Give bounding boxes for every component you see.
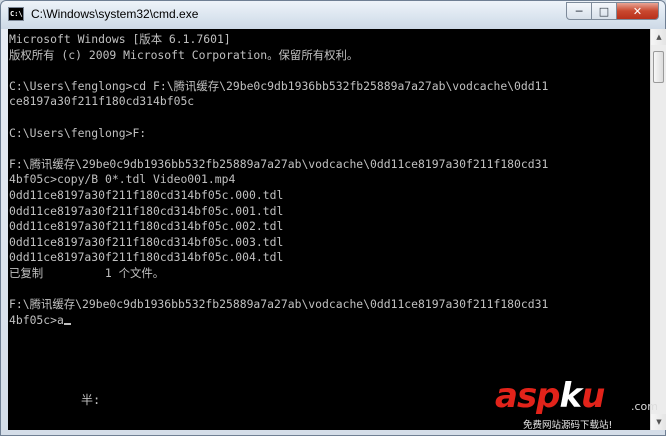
console-line: Microsoft Windows [版本 6.1.7601] <box>9 32 231 46</box>
arrow-up-icon: ▲ <box>656 33 662 41</box>
console-line: 已复制 1 个文件。 <box>9 265 165 280</box>
console-input[interactable]: a <box>57 313 64 327</box>
console-output[interactable]: Microsoft Windows [版本 6.1.7601] 版权所有 (c) … <box>8 29 650 430</box>
close-icon: ✕ <box>632 4 643 18</box>
console-line: 0dd11ce8197a30f211f180cd314bf05c.001.tdl <box>9 203 284 218</box>
title-bar[interactable]: C:\ C:\Windows\system32\cmd.exe ─ □ ✕ <box>1 1 665 29</box>
console-line: 0dd11ce8197a30f211f180cd314bf05c.002.tdl <box>9 219 284 234</box>
window-title: C:\Windows\system32\cmd.exe <box>31 7 199 21</box>
scroll-up-button[interactable]: ▲ <box>651 29 666 45</box>
console-line: 0dd11ce8197a30f211f180cd314bf05c.004.tdl <box>9 250 284 265</box>
console-line: ce8197a30f211f180cd314bf05c <box>9 94 195 109</box>
console-line: F:\腾讯缓存\29be0c9db1936bb532fb25889a7a27ab… <box>9 156 549 171</box>
cmd-window: C:\ C:\Windows\system32\cmd.exe ─ □ ✕ Mi… <box>0 0 666 436</box>
console-line: F:\腾讯缓存\29be0c9db1936bb532fb25889a7a27ab… <box>9 297 549 312</box>
console-line: 0dd11ce8197a30f211f180cd314bf05c.000.tdl <box>9 187 284 202</box>
watermark-logo: aspku <box>495 376 605 416</box>
minimize-icon: ─ <box>575 4 583 18</box>
text-cursor <box>63 322 71 325</box>
vertical-scrollbar[interactable]: ▲ ▼ <box>650 29 666 430</box>
console-line: C:\Users\fenglong>F: <box>9 125 147 140</box>
console-line: 4bf05c>copy/B 0*.tdl Video001.mp4 <box>9 172 236 187</box>
ime-status[interactable]: 半: <box>81 391 100 408</box>
caption-buttons: ─ □ ✕ <box>566 2 659 22</box>
console-prompt: 4bf05c> <box>9 312 58 327</box>
console-line: 0dd11ce8197a30f211f180cd314bf05c.003.tdl <box>9 234 284 249</box>
minimize-button[interactable]: ─ <box>566 2 592 20</box>
cmd-icon[interactable]: C:\ <box>8 7 24 21</box>
maximize-icon: □ <box>598 4 610 18</box>
close-button[interactable]: ✕ <box>616 2 659 20</box>
watermark-subtitle: 免费网站源码下载站! <box>523 420 613 431</box>
console-line: 版权所有 (c) 2009 Microsoft Corporation。保留所有… <box>9 47 359 62</box>
console-prompt-line[interactable]: 4bf05c>a <box>9 313 650 329</box>
maximize-button[interactable]: □ <box>591 2 617 20</box>
watermark-dotcom: .com <box>631 400 658 413</box>
console-line: C:\Users\fenglong>cd F:\腾讯缓存\29be0c9db19… <box>9 78 549 93</box>
site-watermark: aspku .com 免费网站源码下载站! <box>495 376 663 434</box>
scroll-thumb[interactable] <box>653 51 664 83</box>
